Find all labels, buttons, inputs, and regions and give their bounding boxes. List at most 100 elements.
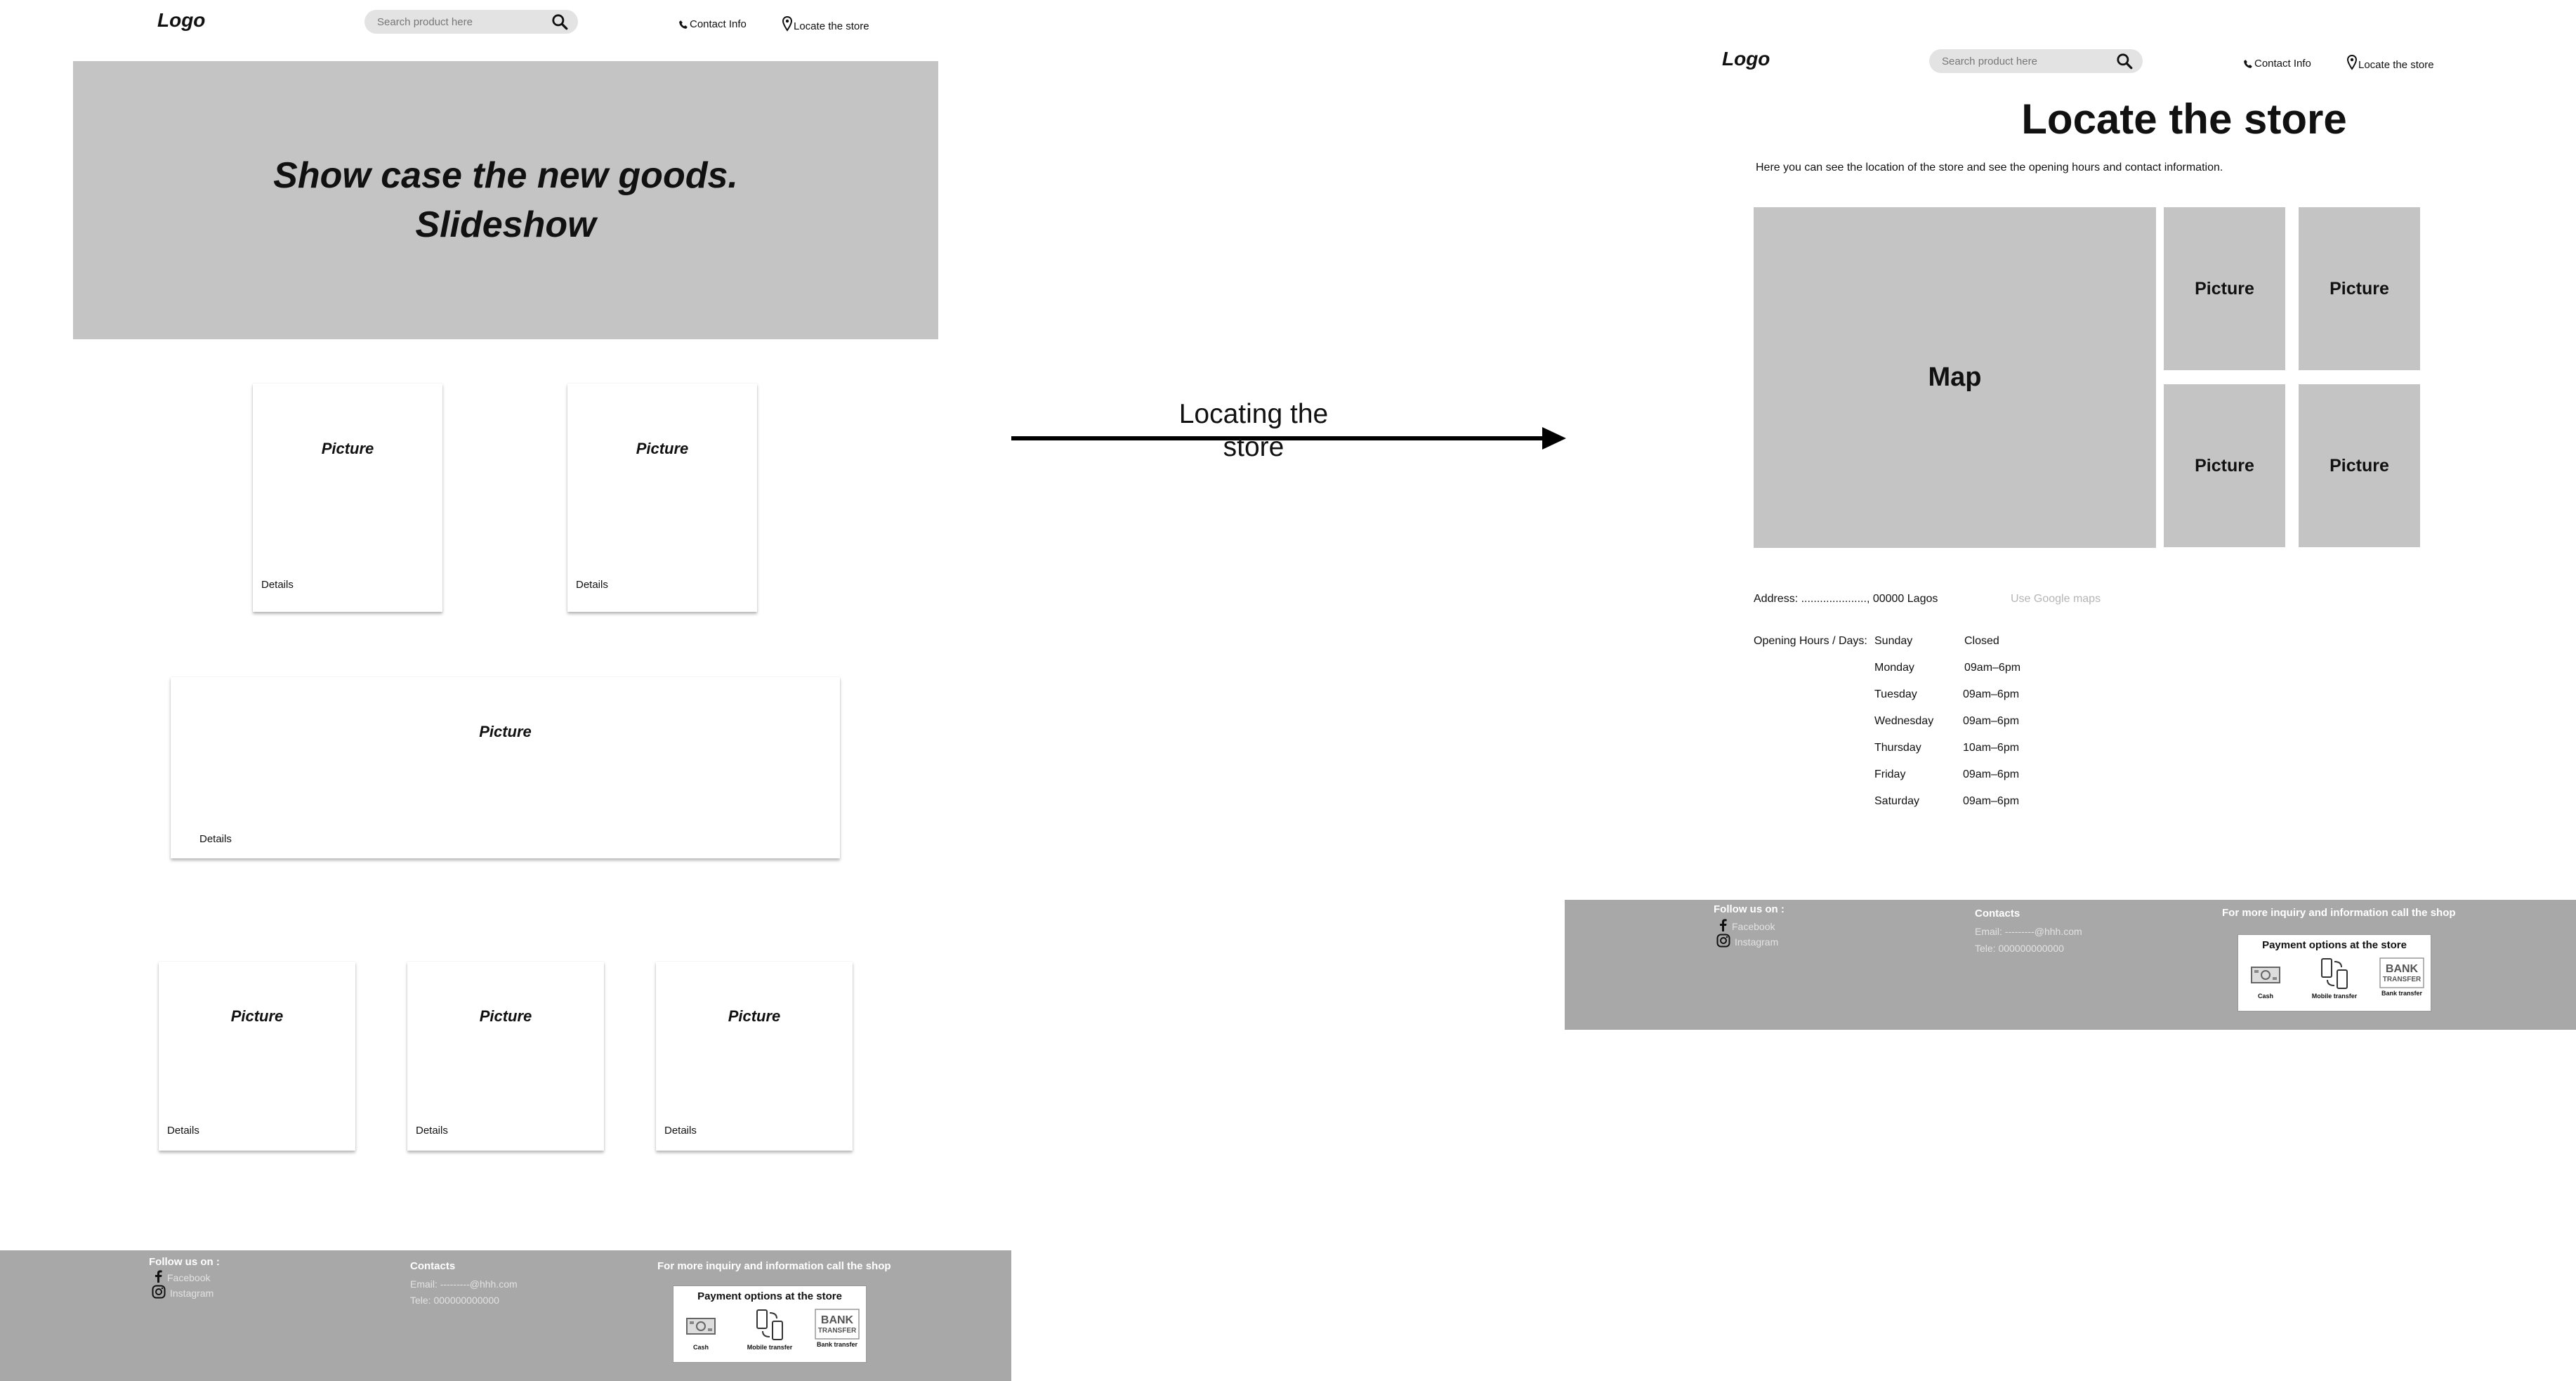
contact-email: Email: ---------@hhh.com [1975, 926, 2082, 937]
details-link[interactable]: Details [664, 1125, 697, 1137]
contact-info-link[interactable]: Contact Info [2243, 58, 2311, 70]
details-link[interactable]: Details [199, 833, 232, 845]
search-icon[interactable] [550, 12, 570, 32]
picture-label: Picture [2329, 278, 2389, 299]
locate-store-link[interactable]: Locate the store [782, 15, 869, 32]
arrow-label: Locating the store [1152, 398, 1355, 464]
search-bar [364, 10, 578, 34]
search-input[interactable] [377, 15, 550, 28]
contact-tele: Tele: 000000000000 [1975, 943, 2064, 954]
hero-line-2: Slideshow [415, 204, 596, 245]
mobile-transfer-label: Mobile transfer [747, 1344, 793, 1351]
hours-time: 09am–6pm [1963, 715, 2020, 727]
bank-logo-line-1: BANK [821, 1314, 854, 1326]
instagram-icon [152, 1285, 166, 1301]
payment-title: Payment options at the store [697, 1290, 842, 1302]
facebook-label: Facebook [167, 1271, 211, 1283]
facebook-label: Facebook [1732, 920, 1775, 932]
logo[interactable]: Logo [1722, 48, 1770, 70]
logo[interactable]: Logo [157, 9, 205, 32]
product-card[interactable]: Picture Details [656, 962, 853, 1151]
payment-bank: BANK TRANSFER Bank transfer [811, 1309, 863, 1348]
product-card[interactable]: Picture Details [407, 962, 604, 1151]
locate-store-link[interactable]: Locate the store [2347, 53, 2434, 71]
search-input[interactable] [1942, 55, 2115, 67]
hero-text: Show case the new goods. Slideshow [239, 151, 773, 249]
store-address: Address: ....................., 00000 La… [1754, 593, 1938, 605]
picture-label: Picture [2195, 455, 2254, 476]
location-pin-icon [2347, 54, 2357, 70]
hours-time: 09am–6pm [1963, 795, 2020, 807]
arrow-label-line-1: Locating the [1178, 399, 1329, 429]
hours-day: Saturday [1874, 795, 1920, 807]
payment-cash: Cash [675, 1309, 727, 1351]
hours-time: 09am–6pm [1963, 688, 2020, 700]
hours-day: Monday [1874, 662, 1914, 674]
details-link[interactable]: Details [167, 1125, 199, 1137]
mobile-transfer-label: Mobile transfer [2311, 993, 2358, 1000]
cash-icon [2240, 957, 2292, 991]
cash-icon [675, 1309, 727, 1342]
picture-placeholder: Picture [2164, 384, 2285, 547]
product-card[interactable]: Picture Details [253, 384, 442, 612]
contact-info-link[interactable]: Contact Info [678, 18, 747, 30]
search-bar [1929, 49, 2143, 73]
payment-bank: BANK TRANSFER Bank transfer [2376, 957, 2428, 997]
picture-placeholder: Picture [479, 723, 532, 740]
cash-label: Cash [692, 1344, 709, 1351]
contact-info-label: Contact Info [2254, 58, 2311, 70]
arrow-label-line-2: store [1223, 432, 1284, 462]
instagram-label: Instagram [170, 1287, 214, 1299]
map-label: Map [1928, 362, 1982, 392]
hero-line-1: Show case the new goods. [273, 155, 738, 196]
picture-placeholder: Picture [230, 1007, 284, 1025]
hours-time: 09am–6pm [1964, 662, 2021, 674]
picture-label: Picture [2195, 278, 2254, 299]
product-card-wide[interactable]: Picture Details [171, 677, 840, 858]
follow-title: Follow us on : [149, 1256, 220, 1268]
payment-mobile: Mobile transfer [744, 1309, 796, 1351]
hours-day: Wednesday [1874, 715, 1934, 727]
contact-email: Email: ---------@hhh.com [410, 1278, 518, 1290]
mobile-transfer-icon [744, 1309, 796, 1342]
hours-day: Friday [1874, 768, 1906, 780]
details-link[interactable]: Details [576, 579, 608, 591]
picture-placeholder: Picture [2164, 207, 2285, 370]
product-card[interactable]: Picture Details [159, 962, 355, 1151]
cash-label: Cash [2257, 993, 2273, 1000]
hours-time: Closed [1964, 635, 1999, 647]
facebook-link[interactable]: Facebook [153, 1270, 210, 1285]
hero-slideshow[interactable]: Show case the new goods. Slideshow [73, 61, 938, 339]
instagram-link[interactable]: Instagram [152, 1285, 213, 1301]
details-link[interactable]: Details [416, 1125, 448, 1137]
phone-icon [678, 20, 688, 30]
mobile-transfer-icon [2308, 957, 2360, 991]
bank-transfer-icon: BANK TRANSFER [811, 1309, 863, 1340]
instagram-link[interactable]: Instagram [1716, 934, 1778, 950]
contacts-title: Contacts [410, 1260, 456, 1272]
instagram-label: Instagram [1735, 936, 1779, 948]
contacts-title: Contacts [1975, 908, 2020, 919]
map-placeholder[interactable]: Map [1754, 207, 2156, 548]
bank-logo-line-2: TRANSFER [2383, 976, 2421, 983]
hours-time: 09am–6pm [1963, 768, 2020, 780]
facebook-link[interactable]: Facebook [1718, 919, 1775, 934]
details-link[interactable]: Details [261, 579, 294, 591]
hours-day: Sunday [1874, 635, 1913, 647]
opening-hours-label: Opening Hours / Days: [1754, 635, 1867, 647]
google-maps-link[interactable]: Use Google maps [2011, 593, 2101, 606]
product-card[interactable]: Picture Details [567, 384, 757, 612]
bank-transfer-icon: BANK TRANSFER [2376, 957, 2428, 988]
payment-mobile: Mobile transfer [2308, 957, 2360, 1000]
follow-title: Follow us on : [1714, 903, 1785, 915]
picture-placeholder: Picture [321, 440, 374, 457]
locate-store-label: Locate the store [794, 20, 869, 32]
page-title: Locate the store [2021, 96, 2347, 143]
search-icon[interactable] [2115, 51, 2134, 71]
hours-day: Thursday [1874, 742, 1921, 754]
picture-label: Picture [2329, 455, 2389, 476]
picture-placeholder: Picture [2299, 207, 2420, 370]
footer: Follow us on : Facebook Instagram Contac… [0, 1250, 1011, 1381]
payment-title: Payment options at the store [2262, 939, 2407, 951]
contact-info-label: Contact Info [690, 18, 747, 30]
